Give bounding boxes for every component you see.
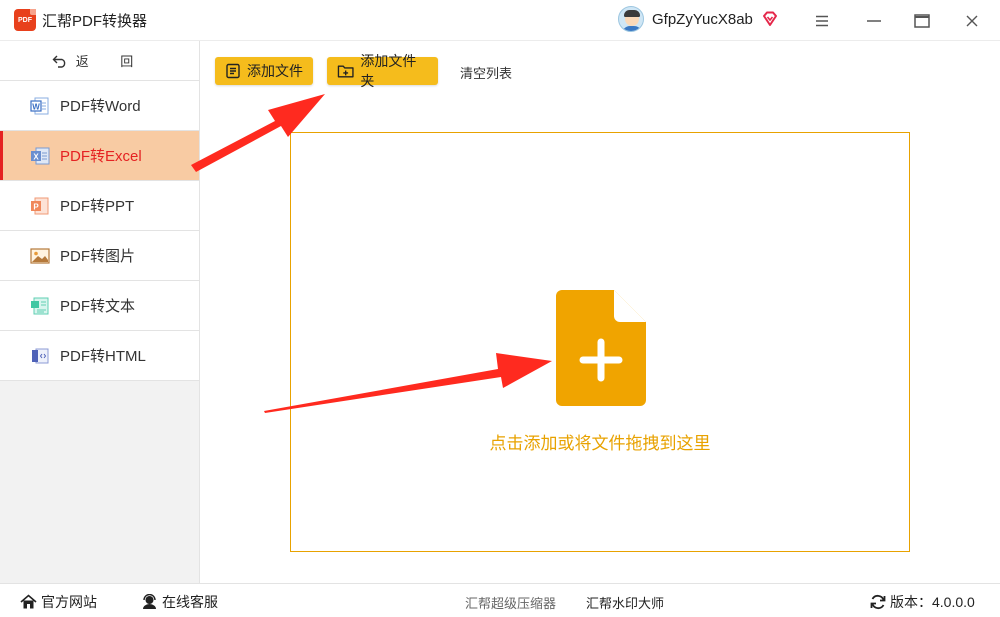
status-bar: 官方网站 在线客服 汇帮超级压缩器 汇帮水印大师 版本：4.0.0.0 (0, 583, 1000, 617)
nav-label: PDF转文本 (60, 298, 136, 315)
close-icon (966, 15, 978, 27)
user-avatar[interactable] (618, 6, 644, 32)
sidebar: 返 回 W PDF转Word X PDF转Excel P PDF转PPT PDF… (0, 41, 200, 583)
nav-list: W PDF转Word X PDF转Excel P PDF转PPT PDF转图片 … (0, 81, 199, 381)
svg-text:P: P (33, 202, 39, 211)
svg-text:X: X (33, 152, 39, 161)
title-bar: PDF 汇帮PDF转换器 GfpZyYucX8ab (0, 0, 1000, 41)
vip-diamond-icon[interactable] (761, 10, 779, 28)
official-website-link[interactable]: 官方网站 (20, 592, 97, 612)
nav-label: PDF转图片 (60, 248, 136, 265)
sidebar-item-pdf-to-image[interactable]: PDF转图片 (0, 231, 199, 281)
add-folder-button[interactable]: 添加文件夹 (327, 53, 438, 89)
add-folder-label: 添加文件夹 (360, 53, 417, 89)
close-button[interactable] (959, 8, 985, 34)
folder-add-icon (337, 65, 354, 78)
minimize-icon (867, 20, 881, 22)
sidebar-item-pdf-to-word[interactable]: W PDF转Word (0, 81, 199, 131)
add-file-button[interactable]: 添加文件 (215, 57, 313, 85)
watermark-link[interactable]: 汇帮水印大师 (586, 593, 664, 612)
sidebar-item-pdf-to-excel[interactable]: X PDF转Excel (0, 131, 199, 181)
drop-hint: 点击添加或将文件拖拽到这里 (489, 434, 711, 453)
sidebar-item-pdf-to-text[interactable]: PDF转文本 (0, 281, 199, 331)
username[interactable]: GfpZyYucX8ab (652, 11, 753, 28)
maximize-button[interactable] (909, 8, 935, 34)
website-label: 官方网站 (41, 594, 97, 610)
nav-label: PDF转Excel (60, 148, 142, 165)
sidebar-item-pdf-to-ppt[interactable]: P PDF转PPT (0, 181, 199, 231)
nav-label: PDF转PPT (60, 198, 135, 215)
version-label: 版本：4.0.0.0 (890, 594, 975, 610)
back-label: 返 回 (75, 54, 148, 69)
add-file-icon[interactable] (556, 290, 646, 406)
nav-label: PDF转Word (60, 98, 141, 115)
headset-icon (143, 594, 156, 609)
nav-label: PDF转HTML (60, 348, 146, 365)
online-support-link[interactable]: 在线客服 (141, 592, 218, 612)
svg-text:W: W (32, 102, 40, 111)
file-drop-zone[interactable]: 点击添加或将文件拖拽到这里 (290, 132, 910, 552)
refresh-icon (870, 594, 886, 610)
compressor-link[interactable]: 汇帮超级压缩器 (465, 593, 556, 612)
app-title: 汇帮PDF转换器 (42, 12, 148, 30)
clear-list-button[interactable]: 清空列表 (460, 63, 512, 82)
image-icon (30, 247, 50, 264)
add-file-label: 添加文件 (247, 63, 303, 79)
support-label: 在线客服 (162, 594, 218, 610)
maximize-icon (914, 14, 930, 28)
ppt-icon: P (31, 197, 49, 214)
html-icon (32, 348, 49, 363)
excel-icon: X (31, 147, 50, 164)
home-icon (20, 594, 37, 609)
user-area[interactable]: GfpZyYucX8ab (618, 6, 779, 32)
file-list-icon (226, 63, 240, 79)
menu-button[interactable] (809, 8, 835, 34)
back-arrow-icon (52, 55, 65, 68)
sidebar-item-pdf-to-html[interactable]: PDF转HTML (0, 331, 199, 381)
word-icon: W (30, 97, 49, 114)
hamburger-icon (816, 15, 828, 27)
app-logo-icon: PDF (14, 9, 36, 31)
minimize-button[interactable] (861, 8, 887, 34)
text-icon (31, 297, 49, 314)
version-info[interactable]: 版本：4.0.0.0 (870, 592, 975, 612)
back-button[interactable]: 返 回 (0, 41, 199, 81)
